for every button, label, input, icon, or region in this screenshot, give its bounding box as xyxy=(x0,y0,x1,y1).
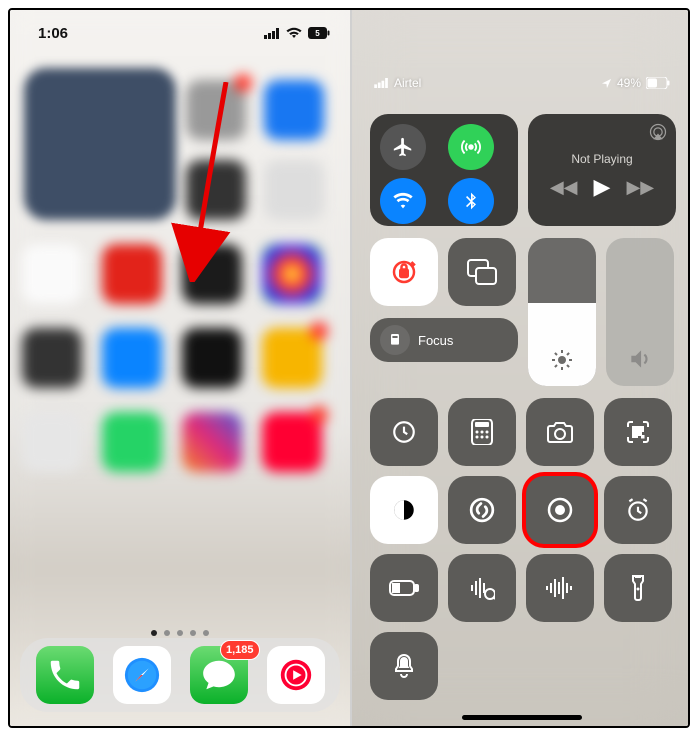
wifi-toggle[interactable] xyxy=(380,178,426,224)
home-indicator[interactable] xyxy=(462,715,582,720)
cellular-data-toggle[interactable] xyxy=(448,124,494,170)
volume-slider[interactable] xyxy=(606,238,674,386)
clock-time: 1:06 xyxy=(38,25,68,42)
screen-mirroring-button[interactable] xyxy=(448,238,516,306)
brightness-slider[interactable] xyxy=(528,238,596,386)
control-center: Airtel 49% xyxy=(352,10,690,726)
focus-label: Focus xyxy=(418,333,453,348)
whatsapp-icon[interactable] xyxy=(102,412,162,472)
app-icon[interactable] xyxy=(22,244,82,304)
dark-mode-toggle[interactable] xyxy=(370,476,438,544)
phone-app-icon[interactable] xyxy=(36,646,94,704)
airplane-mode-toggle[interactable] xyxy=(380,124,426,170)
connectivity-group xyxy=(370,114,518,226)
app-icon[interactable] xyxy=(262,244,322,304)
dock: 1,185 xyxy=(20,638,340,712)
media-tile[interactable]: Not Playing ◀◀ ▶ ▶▶ xyxy=(528,114,676,226)
messages-app-icon[interactable]: 1,185 xyxy=(190,646,248,704)
page-dots[interactable] xyxy=(10,630,350,636)
battery-pct: 49% xyxy=(617,76,641,90)
safari-app-icon[interactable] xyxy=(113,646,171,704)
focus-icon xyxy=(380,325,410,355)
battery-icon: 5 xyxy=(308,27,330,39)
appstore-icon[interactable] xyxy=(102,328,162,388)
media-title: Not Playing xyxy=(571,152,632,166)
status-indicators: 5 xyxy=(264,27,330,39)
app-icon[interactable] xyxy=(262,328,322,388)
app-icon[interactable] xyxy=(22,328,82,388)
bluetooth-toggle[interactable] xyxy=(448,178,494,224)
airplay-icon[interactable] xyxy=(648,122,668,142)
app-icon[interactable] xyxy=(102,244,162,304)
qr-scanner-button[interactable] xyxy=(604,398,672,466)
cellular-icon xyxy=(264,28,280,39)
annotation-arrow xyxy=(156,82,246,282)
carrier-label: Airtel xyxy=(394,76,421,90)
focus-button[interactable]: Focus xyxy=(370,318,518,362)
svg-text:5: 5 xyxy=(315,29,320,38)
shazam-button[interactable] xyxy=(448,476,516,544)
next-track-button[interactable]: ▶▶ xyxy=(626,177,654,198)
home-screen: 1:06 5 xyxy=(10,10,350,726)
app-icon[interactable] xyxy=(262,412,322,472)
prev-track-button[interactable]: ◀◀ xyxy=(550,177,578,198)
home-widget[interactable] xyxy=(24,68,176,220)
wifi-icon xyxy=(286,27,302,39)
calculator-button[interactable] xyxy=(448,398,516,466)
play-button[interactable]: ▶ xyxy=(594,174,611,200)
brightness-icon xyxy=(550,348,574,372)
app-icon[interactable] xyxy=(264,160,324,220)
silent-mode-toggle[interactable] xyxy=(370,632,438,700)
youtube-music-icon[interactable] xyxy=(267,646,325,704)
low-power-mode-toggle[interactable] xyxy=(370,554,438,622)
alarm-button[interactable] xyxy=(604,476,672,544)
timer-button[interactable] xyxy=(370,398,438,466)
app-icon[interactable] xyxy=(22,412,82,472)
orientation-lock-toggle[interactable] xyxy=(370,238,438,306)
screen-record-button[interactable] xyxy=(526,476,594,544)
cellular-icon xyxy=(374,78,389,88)
music-recognition-button[interactable] xyxy=(448,554,516,622)
location-icon xyxy=(601,78,612,89)
facebook-icon[interactable] xyxy=(264,80,324,140)
flashlight-button[interactable] xyxy=(604,554,672,622)
battery-icon xyxy=(646,77,670,89)
volume-icon xyxy=(627,346,653,372)
sound-recognition-button[interactable] xyxy=(526,554,594,622)
camera-button[interactable] xyxy=(526,398,594,466)
status-bar: 1:06 5 xyxy=(10,10,350,50)
messages-badge: 1,185 xyxy=(220,640,260,660)
instagram-icon[interactable] xyxy=(182,412,242,472)
app-icon[interactable] xyxy=(182,328,242,388)
cc-status-bar: Airtel 49% xyxy=(352,22,690,90)
